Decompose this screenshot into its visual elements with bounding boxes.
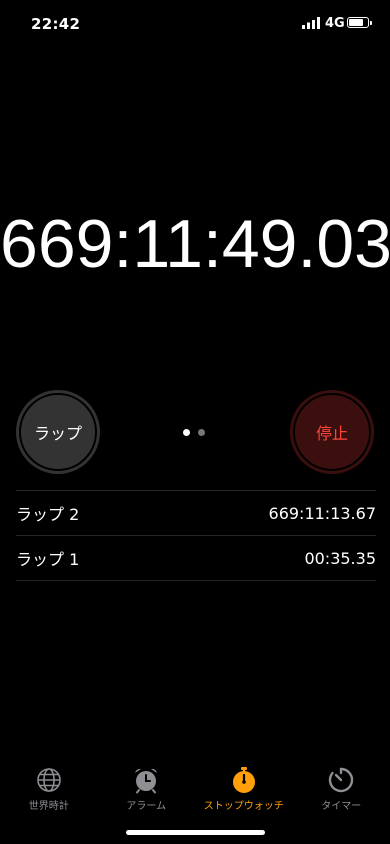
stop-button-label: 停止 [315,424,348,443]
network-type: 4G [325,16,345,31]
tab-label: タイマー [321,801,362,812]
lap-button-label: ラップ [33,424,82,443]
home-indicator[interactable] [126,830,265,835]
timer-icon [329,767,354,793]
tab-bar: 世界時計 アラーム ストップウォッチ タイマー [0,760,390,820]
lap-time: 00:35.35 [304,548,376,568]
stop-button[interactable]: 停止 [290,390,374,474]
page-dot-1[interactable] [183,429,190,436]
tab-alarm[interactable]: アラーム [98,760,196,820]
status-bar: 22:42 4G [0,0,390,50]
globe-icon [36,768,61,792]
tab-stopwatch[interactable]: ストップウォッチ [195,760,293,820]
tab-label: 世界時計 [28,801,69,812]
lap-label: ラップ 2 [16,505,80,524]
lap-label: ラップ 1 [16,550,80,569]
status-time: 22:42 [31,15,81,33]
tab-label: ストップウォッチ [203,801,284,812]
page-indicator[interactable] [183,429,205,436]
lap-row: ラップ 1 00:35.35 [16,535,376,581]
lap-time: 669:11:13.67 [268,503,376,523]
battery-icon [347,17,372,28]
battery-level [349,19,363,26]
signal-strength-icon [302,17,320,29]
tab-label: アラーム [126,801,167,812]
alarm-clock-icon [135,768,158,794]
stopwatch-icon [232,767,255,793]
stopwatch-time: 669:11:49.03 [0,206,390,282]
tab-world-clock[interactable]: 世界時計 [0,760,98,820]
tab-timer[interactable]: タイマー [293,760,390,820]
lap-row: ラップ 2 669:11:13.67 [16,490,376,535]
lap-button[interactable]: ラップ [16,390,100,474]
page-dot-2[interactable] [198,429,205,436]
lap-list: ラップ 2 669:11:13.67 ラップ 1 00:35.35 [16,490,376,581]
